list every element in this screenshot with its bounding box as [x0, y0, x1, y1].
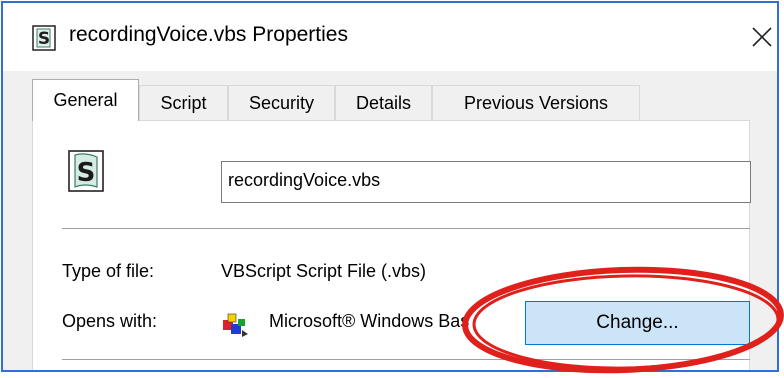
opens-with-value: Microsoft® Windows Bas: [269, 311, 470, 331]
separator: [62, 228, 750, 229]
tab-previous-versions[interactable]: Previous Versions: [432, 85, 640, 121]
tab-script[interactable]: Script: [139, 85, 228, 121]
tab-general[interactable]: General: [32, 79, 139, 121]
window-title: recordingVoice.vbs Properties: [69, 23, 348, 46]
properties-dialog: S recordingVoice.vbs Properties General …: [1, 1, 779, 372]
close-button[interactable]: [746, 17, 776, 55]
vbs-script-icon: S: [32, 25, 56, 51]
separator: [62, 359, 750, 360]
close-icon: [752, 27, 772, 47]
type-of-file-value: VBScript Script File (.vbs): [221, 261, 427, 281]
change-button[interactable]: Change...: [525, 301, 750, 345]
tab-details[interactable]: Details: [335, 85, 432, 121]
svg-text:S: S: [77, 158, 96, 188]
opens-with-label: Opens with:: [62, 311, 158, 331]
svg-text:S: S: [38, 29, 50, 49]
general-panel: S recordingVoice.vbs Type of file: VBScr…: [32, 120, 751, 370]
title-bar: S recordingVoice.vbs Properties: [3, 3, 777, 71]
file-name-field[interactable]: recordingVoice.vbs: [221, 161, 751, 203]
windows-script-host-icon: [220, 308, 254, 338]
tab-security[interactable]: Security: [228, 85, 335, 121]
vbs-script-icon: S: [67, 149, 107, 193]
type-of-file-label: Type of file:: [62, 261, 155, 281]
